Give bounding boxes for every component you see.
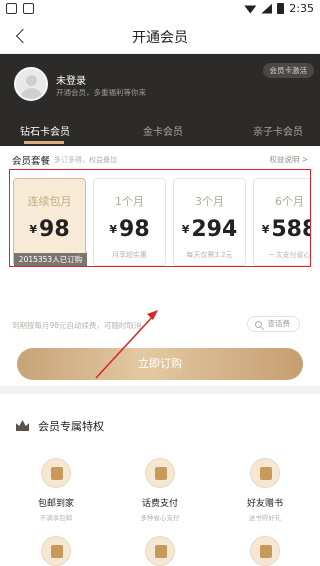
privilege-more-1[interactable] xyxy=(18,536,94,566)
plan-card-monthly-auto[interactable]: 连续包月 ¥98 2015353人已订购 xyxy=(13,178,87,266)
status-bar: 2:35 xyxy=(0,0,320,18)
headphone-icon xyxy=(155,545,167,558)
battery-icon xyxy=(277,3,285,14)
crown-icon xyxy=(16,420,29,431)
privilege-phone-pay[interactable]: 话费支付 多种省心支付 xyxy=(122,458,198,522)
activate-card-button[interactable]: 会员卡激活 xyxy=(262,63,314,78)
plan-name: 1个月 xyxy=(115,195,144,208)
privileges-title: 会员专属特权 xyxy=(38,420,104,433)
plan-card-3-month[interactable]: 3个月 ¥294 每天仅需3.2元 xyxy=(173,178,246,266)
plan-name: 连续包月 xyxy=(27,195,72,208)
avatar[interactable] xyxy=(14,67,48,101)
buy-now-button[interactable]: 立即订购 xyxy=(17,348,303,380)
status-time: 2:35 xyxy=(289,2,314,15)
privilege-more-2[interactable] xyxy=(122,536,198,566)
section-divider xyxy=(0,386,320,394)
plan-note: 月享超实惠 xyxy=(112,251,147,259)
gift-book-icon xyxy=(260,467,272,480)
plan-name: 6个月 xyxy=(275,195,304,208)
plans-sheet: 会员套餐 多订多得，权益叠加 权益说明 > 连续包月 ¥98 2015353人已… xyxy=(0,146,320,566)
check-phone-bill-button[interactable]: 查话费 xyxy=(246,316,300,332)
ordered-count-badge: 2015353人已订购 xyxy=(14,253,87,266)
page-title: 开通会员 xyxy=(132,30,188,46)
privilege-free-shipping[interactable]: 包邮到家 不满享包邮 xyxy=(18,458,94,522)
member-hero: 未登录 开通会员，多重福利等你来 会员卡激活 钻石卡会员 金卡会员 亲子卡会员 xyxy=(0,54,320,146)
signal-icon xyxy=(261,3,273,14)
plan-price: ¥98 xyxy=(109,217,150,242)
auto-renew-text: 到期按每月98元自动续费，可随时取消 xyxy=(12,321,142,330)
privilege-sub: 送书得好礼 xyxy=(248,514,282,522)
plans-section-title: 会员套餐 xyxy=(12,156,51,167)
tab-family[interactable]: 亲子卡会员 xyxy=(253,123,303,138)
membership-page: 2:35 开通会员 未登录 开通会员，多重福利等你来 会员卡激活 钻石卡会员 金… xyxy=(0,0,320,566)
plan-price: ¥588 xyxy=(261,217,310,242)
plan-note: 每天仅需3.2元 xyxy=(186,251,233,259)
android-icon xyxy=(23,3,34,14)
plans-highlight-frame: 连续包月 ¥98 2015353人已订购 1个月 ¥98 月享超实惠 3个月 ¥… xyxy=(9,169,311,267)
privilege-label: 好友赠书 xyxy=(246,499,283,509)
member-tabs: 钻石卡会员 金卡会员 亲子卡会员 xyxy=(0,117,320,146)
plan-card-6-month[interactable]: 6个月 ¥588 一次支付省心 xyxy=(253,178,311,266)
plans-section-subtitle: 多订多得，权益叠加 xyxy=(54,156,117,164)
wifi-icon xyxy=(244,5,257,14)
user-name[interactable]: 未登录 xyxy=(56,72,86,87)
active-tab-indicator xyxy=(24,141,64,144)
tab-diamond[interactable]: 钻石卡会员 xyxy=(20,123,70,138)
plan-note: 一次支付省心 xyxy=(268,251,311,259)
phone-pay-icon xyxy=(155,467,167,480)
privilege-more-3[interactable] xyxy=(227,536,303,566)
tab-gold[interactable]: 金卡会员 xyxy=(143,123,183,138)
plan-price: ¥98 xyxy=(29,217,70,242)
privilege-sub: 多种省心支付 xyxy=(140,514,180,522)
rocket-icon xyxy=(51,545,63,558)
privilege-label: 话费支付 xyxy=(141,499,178,509)
privilege-gift-book[interactable]: 好友赠书 送书得好礼 xyxy=(227,458,303,522)
privilege-label: 包邮到家 xyxy=(37,499,74,509)
parcel-icon xyxy=(51,467,63,480)
plan-card-1-month[interactable]: 1个月 ¥98 月享超实惠 xyxy=(93,178,166,266)
plan-name: 3个月 xyxy=(195,195,224,208)
privilege-sub: 不满享包邮 xyxy=(39,514,73,522)
top-nav: 开通会员 xyxy=(0,18,320,54)
plan-price: ¥294 xyxy=(181,217,238,242)
notification-icon xyxy=(6,3,17,14)
document-icon xyxy=(260,545,272,558)
rules-link[interactable]: 权益说明 > xyxy=(269,154,308,165)
user-subtitle: 开通会员，多重福利等你来 xyxy=(56,88,146,97)
search-icon xyxy=(254,321,262,328)
